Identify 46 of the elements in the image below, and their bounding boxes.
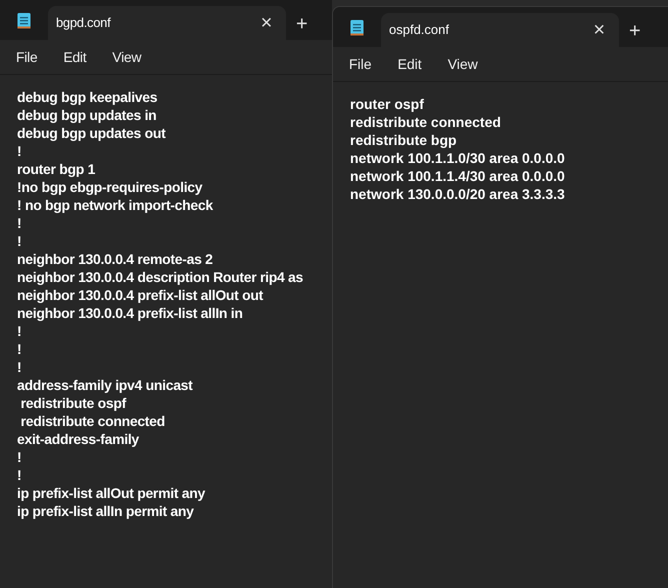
code-line: exit-address-family — [17, 430, 140, 448]
menu-item[interactable]: File — [341, 54, 380, 74]
notepad-icon — [17, 12, 31, 28]
code-line: ! — [17, 322, 22, 340]
code-line: debug bgp updates in — [17, 106, 158, 124]
new-tab-button[interactable]: + — [296, 14, 308, 34]
code-line: ! — [17, 340, 22, 358]
tab-title: ospfd.conf — [389, 21, 450, 40]
menu-item[interactable]: View — [104, 46, 150, 68]
code-line: debug bgp updates out — [17, 124, 167, 142]
code-line: neighbor 130.0.0.4 prefix-list allIn in — [17, 304, 244, 322]
code-line: ! — [17, 142, 22, 160]
code-line: router bgp 1 — [17, 160, 96, 178]
code-line: network 130.0.0.0/20 area 3.3.3.3 — [350, 185, 566, 203]
menu-item[interactable]: Edit — [390, 54, 430, 74]
code-line: ip prefix-list allOut permit any — [17, 484, 206, 502]
code-line: ! — [17, 232, 22, 250]
code-line: redistribute connected — [350, 113, 502, 131]
notepad-icon — [350, 18, 364, 36]
code-line: redistribute connected — [20, 412, 166, 430]
tab-title: bgpd.conf — [56, 14, 112, 32]
file-tab[interactable]: bgpd.conf × — [48, 6, 286, 40]
code-line: ! — [17, 358, 22, 376]
code-line: ip prefix-list allIn permit any — [17, 502, 195, 520]
code-line: ! no bgp network import-check — [17, 196, 214, 214]
menu-item[interactable]: View — [440, 54, 486, 74]
code-line: network 100.1.1.0/30 area 0.0.0.0 — [350, 149, 566, 167]
code-line: neighbor 130.0.0.4 remote-as 2 — [17, 250, 214, 268]
new-tab-button[interactable]: + — [629, 21, 641, 41]
file-tab[interactable]: ospfd.conf × — [381, 13, 619, 47]
code-line: debug bgp keepalives — [17, 88, 158, 106]
menu-item[interactable]: File — [8, 46, 46, 68]
code-line: router ospf — [350, 95, 425, 113]
code-line: redistribute ospf — [20, 394, 128, 412]
close-button[interactable]: × — [254, 13, 278, 33]
code-line: redistribute bgp — [350, 131, 458, 149]
close-button[interactable]: × — [587, 20, 611, 40]
code-line: neighbor 130.0.0.4 description Router rip4 as — [17, 268, 304, 286]
menu-item[interactable]: Edit — [55, 46, 94, 68]
code-line: ! — [17, 448, 22, 466]
code-line: !no bgp ebgp-requires-policy — [17, 178, 204, 196]
code-line: ! — [17, 466, 22, 484]
code-line: network 100.1.1.4/30 area 0.0.0.0 — [350, 167, 566, 185]
code-line: ! — [17, 214, 22, 232]
code-line: address-family ipv4 unicast — [17, 376, 194, 394]
code-line: neighbor 130.0.0.4 prefix-list allOut out — [17, 286, 264, 304]
